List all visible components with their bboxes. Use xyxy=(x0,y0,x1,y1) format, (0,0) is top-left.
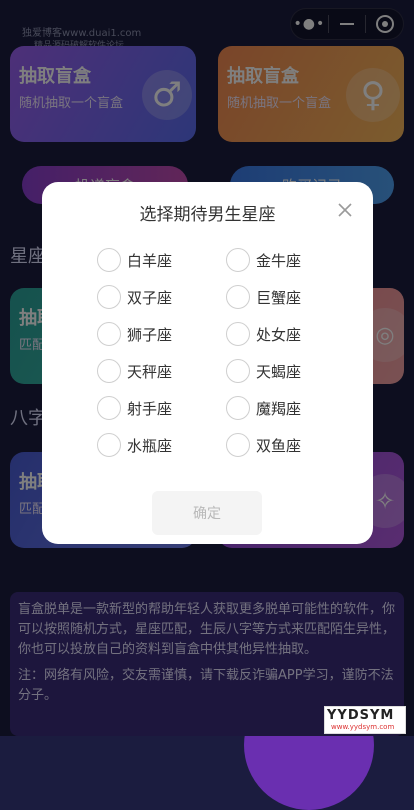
option-label: 巨蟹座 xyxy=(256,288,302,307)
site-watermark-badge: YYDSYM www.yydsym.com xyxy=(324,706,406,734)
badge-url: www.yydsym.com xyxy=(331,723,395,731)
option-label: 双鱼座 xyxy=(256,436,302,455)
option-gemini[interactable]: 双子座 xyxy=(97,285,172,309)
option-label: 处女座 xyxy=(256,325,302,344)
option-leo[interactable]: 狮子座 xyxy=(97,322,172,346)
option-label: 白羊座 xyxy=(127,251,173,270)
radio-button[interactable] xyxy=(226,396,250,420)
radio-button[interactable] xyxy=(226,433,250,457)
radio-button[interactable] xyxy=(226,359,250,383)
radio-button[interactable] xyxy=(97,285,121,309)
option-label: 天秤座 xyxy=(127,362,173,381)
radio-button[interactable] xyxy=(226,322,250,346)
zodiac-select-dialog: 选择期待男生星座 白羊座 金牛座 双子座 巨蟹座 狮子座 处女座 天秤座 天蝎座… xyxy=(42,182,373,544)
close-icon[interactable] xyxy=(337,202,353,218)
radio-button[interactable] xyxy=(97,322,121,346)
option-taurus[interactable]: 金牛座 xyxy=(226,248,301,272)
option-libra[interactable]: 天秤座 xyxy=(97,359,172,383)
badge-brand: YYDSYM xyxy=(327,708,395,723)
confirm-button[interactable]: 确定 xyxy=(152,491,262,535)
option-sagittarius[interactable]: 射手座 xyxy=(97,396,172,420)
radio-button[interactable] xyxy=(226,285,250,309)
option-label: 狮子座 xyxy=(127,325,173,344)
radio-button[interactable] xyxy=(97,396,121,420)
option-label: 魔羯座 xyxy=(256,399,302,418)
option-label: 天蝎座 xyxy=(256,362,302,381)
option-aquarius[interactable]: 水瓶座 xyxy=(97,433,172,457)
option-label: 金牛座 xyxy=(256,251,302,270)
option-cancer[interactable]: 巨蟹座 xyxy=(226,285,301,309)
option-label: 射手座 xyxy=(127,399,173,418)
option-virgo[interactable]: 处女座 xyxy=(226,322,301,346)
radio-button[interactable] xyxy=(97,248,121,272)
option-scorpio[interactable]: 天蝎座 xyxy=(226,359,301,383)
option-aries[interactable]: 白羊座 xyxy=(97,248,172,272)
radio-button[interactable] xyxy=(226,248,250,272)
option-pisces[interactable]: 双鱼座 xyxy=(226,433,301,457)
radio-button[interactable] xyxy=(97,359,121,383)
option-capricorn[interactable]: 魔羯座 xyxy=(226,396,301,420)
radio-button[interactable] xyxy=(97,433,121,457)
dialog-title: 选择期待男生星座 xyxy=(139,205,276,225)
option-label: 双子座 xyxy=(127,288,173,307)
option-label: 水瓶座 xyxy=(127,436,173,455)
